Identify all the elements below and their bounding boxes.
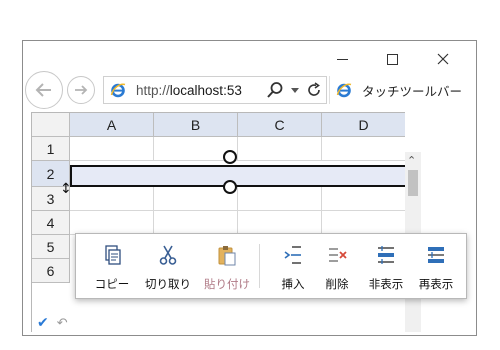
table-cell[interactable]	[238, 137, 322, 161]
table-cell[interactable]	[154, 211, 238, 235]
ie-logo-icon	[336, 83, 352, 98]
url-text: http://localhost:53	[136, 83, 242, 98]
table-cell[interactable]	[70, 187, 154, 211]
tab-title: タッチツールバー	[362, 84, 463, 99]
column-header-a[interactable]: A	[70, 113, 154, 137]
column-header-b[interactable]: B	[154, 113, 238, 137]
table-cell[interactable]	[238, 187, 322, 211]
row-header-4[interactable]: 4	[32, 211, 70, 235]
close-button[interactable]	[420, 45, 466, 73]
row-header-5[interactable]: 5	[32, 235, 70, 259]
hide-row-icon	[378, 246, 394, 264]
selection-handle-bottom[interactable]	[223, 180, 237, 194]
insert-row-icon	[284, 246, 301, 264]
title-bar	[23, 41, 476, 77]
selection-handle-top[interactable]	[223, 150, 237, 164]
edit-status-bar: ✔ ↶	[31, 314, 91, 332]
column-header-c[interactable]: C	[238, 113, 322, 137]
checkmark-icon[interactable]: ✔	[37, 315, 49, 331]
cut-button[interactable]: 切り取り	[138, 234, 198, 298]
undo-icon[interactable]: ↶	[57, 316, 68, 331]
copy-icon	[105, 245, 121, 265]
copy-label: コピー	[94, 279, 130, 291]
table-cell[interactable]	[70, 137, 154, 161]
address-tools	[266, 81, 322, 99]
minimize-icon	[336, 58, 348, 60]
table-cell[interactable]	[322, 187, 405, 211]
copy-button[interactable]: コピー	[86, 234, 138, 298]
hide-label: 非表示	[368, 279, 404, 291]
selected-row-range[interactable]	[70, 165, 405, 187]
url-host: localhost:53	[169, 82, 242, 98]
scroll-up-icon[interactable]: ⌃	[407, 154, 416, 167]
unhide-row-icon	[428, 247, 444, 263]
forward-button[interactable]	[67, 76, 95, 104]
paste-label: 貼り付け	[204, 279, 250, 291]
column-header-d[interactable]: D	[322, 113, 405, 137]
unhide-button[interactable]: 再表示	[412, 234, 460, 298]
url-prefix: http://	[136, 82, 170, 98]
toolbar-separator	[259, 244, 260, 288]
unhide-label: 再表示	[418, 279, 454, 291]
paste-icon	[218, 246, 236, 266]
minimize-button[interactable]	[319, 45, 365, 73]
maximize-icon	[386, 53, 398, 65]
delete-button[interactable]: 削除	[316, 234, 358, 298]
insert-label: 挿入	[281, 279, 305, 291]
search-icon[interactable]	[266, 81, 284, 99]
back-button[interactable]	[25, 71, 63, 109]
dropdown-arrow-icon[interactable]	[290, 85, 300, 95]
refresh-icon[interactable]	[306, 82, 322, 98]
hide-button[interactable]: 非表示	[362, 234, 410, 298]
table-cell[interactable]	[238, 211, 322, 235]
row-resize-cursor-icon: ↕	[60, 181, 72, 197]
cut-label: 切り取り	[145, 279, 191, 291]
table-cell[interactable]	[322, 211, 405, 235]
back-arrow-icon	[35, 83, 51, 97]
forward-arrow-icon	[75, 85, 88, 95]
browser-window: http://localhost:53 タッチツールバー A B C D 1 2…	[22, 40, 477, 336]
cut-icon	[159, 245, 177, 265]
scrollbar-thumb[interactable]	[408, 170, 418, 196]
touch-toolbar: コピー 切り取り 貼り付け 挿入 削除 非表示 再表示	[75, 233, 467, 299]
maximize-button[interactable]	[369, 45, 415, 73]
address-bar[interactable]: http://localhost:53	[103, 76, 327, 104]
spreadsheet-grid[interactable]: A B C D 1 2 3 4 5 6 ↕	[31, 112, 405, 332]
table-cell[interactable]	[70, 211, 154, 235]
table-cell[interactable]	[322, 137, 405, 161]
corner-header[interactable]	[32, 113, 70, 137]
tab-touch-toolbar[interactable]: タッチツールバー	[329, 76, 479, 104]
insert-button[interactable]: 挿入	[272, 234, 314, 298]
row-header-1[interactable]: 1	[32, 137, 70, 161]
delete-row-icon	[329, 248, 347, 262]
row-header-6[interactable]: 6	[32, 259, 70, 283]
close-icon	[437, 53, 449, 65]
paste-button[interactable]: 貼り付け	[198, 234, 256, 298]
delete-label: 削除	[325, 279, 349, 291]
ie-logo-icon	[110, 83, 126, 98]
